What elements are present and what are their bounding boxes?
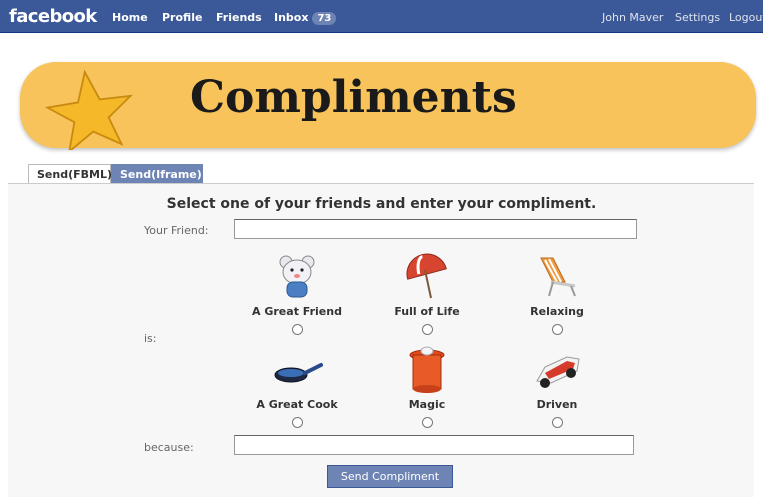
option-great-cook: A Great Cook <box>227 343 367 428</box>
send-compliment-button[interactable]: Send Compliment <box>327 465 453 488</box>
facebook-logo[interactable]: facebook <box>9 6 97 27</box>
option-label: Full of Life <box>394 305 460 318</box>
option-relaxing: Relaxing <box>487 250 627 335</box>
user-name-link[interactable]: John Maver <box>602 11 663 24</box>
friend-input[interactable] <box>234 219 637 239</box>
star-icon <box>44 69 134 150</box>
nav-home-link[interactable]: Home <box>112 11 148 24</box>
option-magic: Magic <box>357 343 497 428</box>
option-label: A Great Cook <box>256 398 338 411</box>
umbrella-icon <box>406 253 447 299</box>
friend-label: Your Friend: <box>144 224 209 237</box>
because-input[interactable] <box>234 435 634 455</box>
option-great-cook-radio[interactable] <box>291 417 303 428</box>
inbox-count-badge: 73 <box>312 12 337 25</box>
nav-friends-link[interactable]: Friends <box>216 11 262 24</box>
frying-pan-icon <box>274 363 323 383</box>
option-great-friend: A Great Friend <box>227 250 367 335</box>
magic-hat-icon <box>409 346 445 393</box>
option-label: Relaxing <box>530 305 584 318</box>
option-driven: Driven <box>487 343 627 428</box>
is-label: is: <box>144 332 157 345</box>
race-car-icon <box>536 356 580 388</box>
nav-inbox-label: Inbox <box>274 11 309 24</box>
tab-send-iframe[interactable]: Send(Iframe) <box>111 164 203 183</box>
option-relaxing-radio[interactable] <box>551 324 563 335</box>
form-heading: Select one of your friends and enter you… <box>166 196 597 212</box>
nav-inbox-link[interactable]: Inbox 73 <box>274 11 337 25</box>
top-navigation-bar: facebook Home Profile Friends Inbox 73 Jo… <box>0 0 763 33</box>
option-full-of-life: Full of Life <box>357 250 497 335</box>
option-label: A Great Friend <box>252 305 342 318</box>
option-great-friend-radio[interactable] <box>291 324 303 335</box>
because-label: because: <box>144 441 194 454</box>
tab-send-fbml[interactable]: Send(FBML) <box>28 164 112 183</box>
settings-link[interactable]: Settings <box>675 11 720 24</box>
compliments-banner: Compliments <box>20 62 756 150</box>
option-magic-radio[interactable] <box>421 417 433 428</box>
option-label: Driven <box>536 398 578 411</box>
option-label: Magic <box>408 398 446 411</box>
option-full-of-life-radio[interactable] <box>421 324 433 335</box>
option-driven-radio[interactable] <box>551 417 563 428</box>
nav-profile-link[interactable]: Profile <box>162 11 202 24</box>
teddy-bear-icon <box>279 255 315 298</box>
logout-link[interactable]: Logout <box>729 11 763 24</box>
banner-title: Compliments <box>190 72 517 123</box>
beach-chair-icon <box>540 257 576 297</box>
